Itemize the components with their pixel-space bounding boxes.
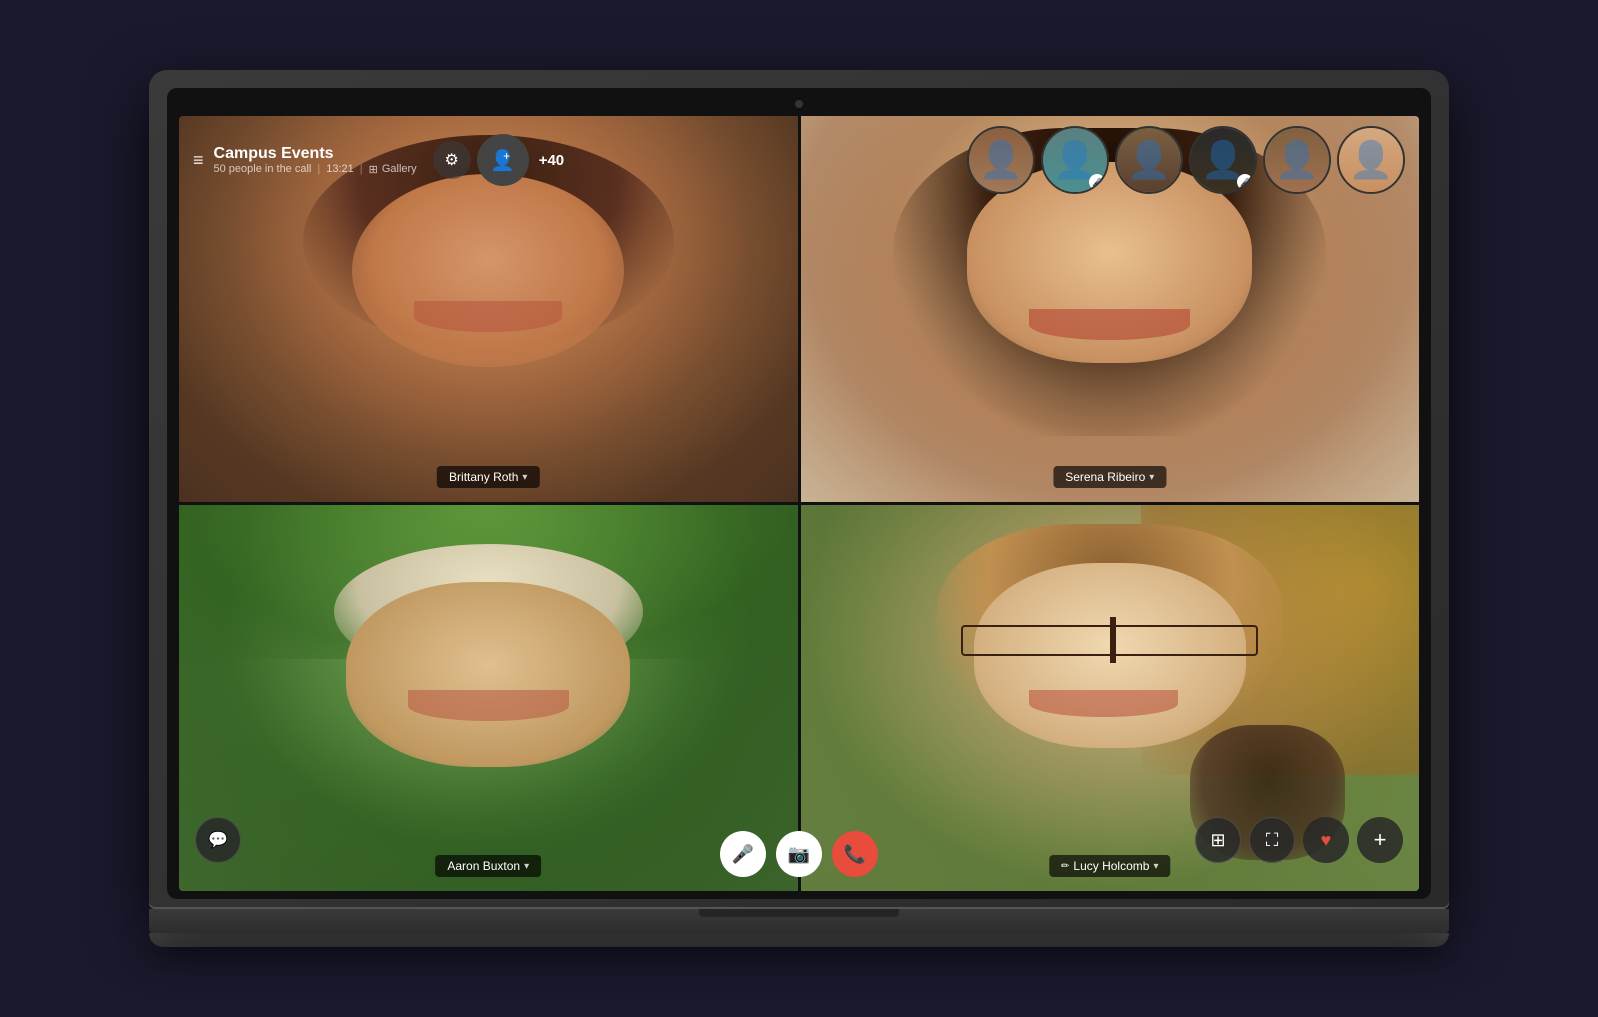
hamburger-icon[interactable]: ≡ xyxy=(193,150,204,171)
add-plus-icon: + xyxy=(503,149,510,163)
thumb-1[interactable]: 👤 xyxy=(967,126,1035,194)
extra-count: +40 xyxy=(539,152,564,169)
mic-button[interactable]: 🎤 xyxy=(720,831,766,877)
top-bar: ≡ Campus Events 50 people in the call | … xyxy=(179,116,1419,204)
thumb-6[interactable]: 👤 xyxy=(1337,126,1405,194)
video-grid: Brittany Roth ▾ xyxy=(179,116,1419,891)
layout-button[interactable]: ⊞ xyxy=(1195,817,1241,863)
screen: Brittany Roth ▾ xyxy=(179,116,1419,891)
heart-icon: ♥ xyxy=(1321,830,1332,851)
name-badge-serena[interactable]: Serena Ribeiro ▾ xyxy=(1053,466,1166,488)
name-badge-brittany[interactable]: Brittany Roth ▾ xyxy=(437,466,539,488)
participant-thumbnails: 👤 👤 🎤 👤 xyxy=(967,126,1405,194)
camera-icon: 📷 xyxy=(788,844,810,865)
gallery-icon: ⊞ xyxy=(369,163,378,176)
thumb-5[interactable]: 👤 xyxy=(1263,126,1331,194)
thumb-4[interactable]: 👤 🎤 xyxy=(1189,126,1257,194)
right-controls-area: ⊞ ⛶ ♥ + xyxy=(1195,817,1403,863)
laptop-lid: Brittany Roth ▾ xyxy=(149,70,1449,909)
laptop-base xyxy=(149,909,1449,933)
more-button[interactable]: + xyxy=(1357,817,1403,863)
chevron-icon-2: ▾ xyxy=(1149,472,1154,483)
chevron-icon: ▾ xyxy=(522,472,527,483)
people-count: 50 people in the call xyxy=(214,163,312,175)
call-title: Campus Events xyxy=(214,145,417,163)
thumb-3[interactable]: 👤 xyxy=(1115,126,1183,194)
chat-icon: 💬 xyxy=(208,830,228,850)
separator: | xyxy=(317,163,320,175)
end-call-icon: 📞 xyxy=(844,844,866,865)
laptop-foot xyxy=(149,933,1449,947)
thumb-2[interactable]: 👤 🎤 xyxy=(1041,126,1109,194)
settings-button[interactable]: ⚙ xyxy=(433,141,471,179)
laptop-device: Brittany Roth ▾ xyxy=(149,70,1449,947)
call-meta: 50 people in the call | 13:21 | ⊞ Galler… xyxy=(214,163,417,176)
brittany-name: Brittany Roth xyxy=(449,470,518,484)
serena-name: Serena Ribeiro xyxy=(1065,470,1145,484)
call-container: Brittany Roth ▾ xyxy=(179,116,1419,891)
call-time: 13:21 xyxy=(326,163,354,175)
more-icon: + xyxy=(1374,827,1387,853)
chat-button[interactable]: 💬 xyxy=(195,817,241,863)
gallery-button[interactable]: ⊞ Gallery xyxy=(369,163,417,176)
gallery-label: Gallery xyxy=(382,163,417,175)
mic-icon: 🎤 xyxy=(732,844,754,865)
muted-icon-1: 🎤 xyxy=(1089,174,1105,190)
separator2: | xyxy=(360,163,363,175)
heart-button[interactable]: ♥ xyxy=(1303,817,1349,863)
left-control-area: 💬 xyxy=(195,817,241,863)
add-people-button[interactable]: 👤 + xyxy=(477,134,529,186)
fullscreen-icon: ⛶ xyxy=(1266,830,1279,851)
screen-bezel: Brittany Roth ▾ xyxy=(167,88,1431,899)
muted-icon-2: 🎤 xyxy=(1237,174,1253,190)
camera-button[interactable]: 📷 xyxy=(776,831,822,877)
fullscreen-button[interactable]: ⛶ xyxy=(1249,817,1295,863)
call-title-area: Campus Events 50 people in the call | 13… xyxy=(214,145,417,176)
bottom-controls: 💬 🎤 📷 📞 xyxy=(179,831,1419,877)
end-call-button[interactable]: 📞 xyxy=(832,831,878,877)
layout-icon: ⊞ xyxy=(1210,830,1225,851)
